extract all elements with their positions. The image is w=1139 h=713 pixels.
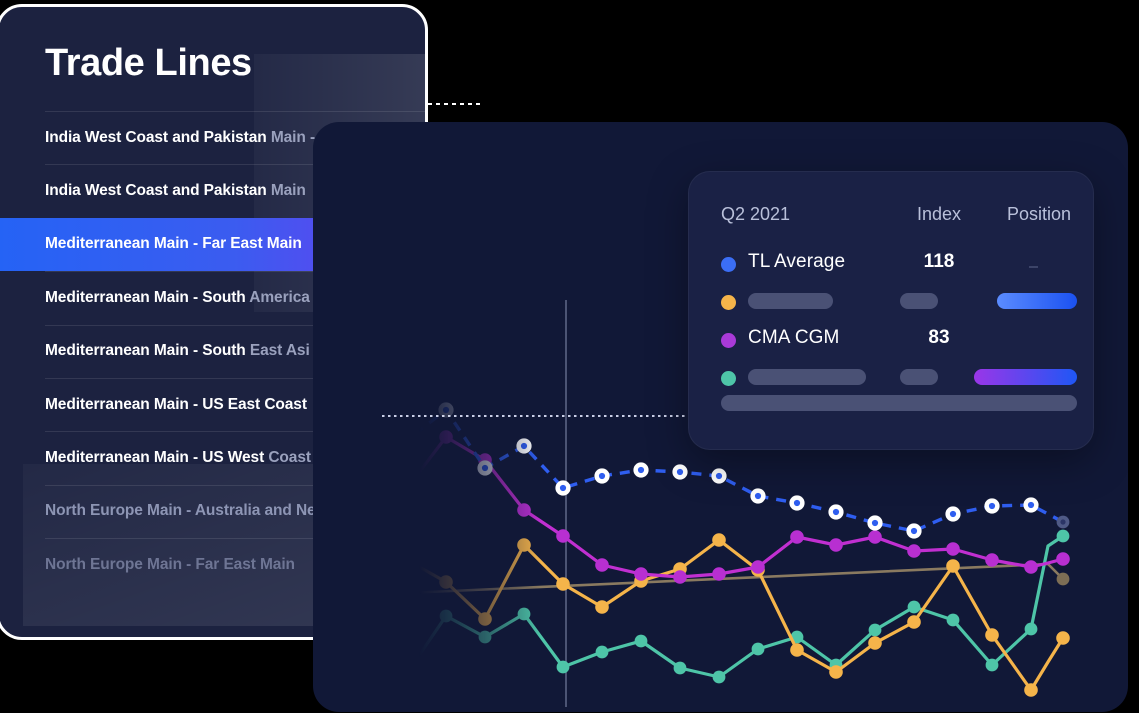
tooltip-header-row: Q2 2021 Index Position [689, 204, 1093, 228]
series-color-dot-teal [721, 371, 736, 386]
list-item-label: Mediterranean Main - Far East Main [45, 235, 302, 253]
skeleton-name-bar [748, 369, 866, 385]
chart-plot-area: Q2 2021 Index Position TL Average 118 CM… [313, 122, 1128, 712]
position-bar-purple-blue [974, 369, 1077, 385]
skeleton-index-bar [900, 293, 938, 309]
tooltip-period-label: Q2 2021 [721, 204, 791, 224]
screenshot-root: Trade Lines India West Coast and Pakista… [0, 0, 1139, 713]
position-tick-icon [1029, 266, 1038, 268]
tooltip-position-header: Position [1006, 204, 1072, 224]
dashed-connector-line [420, 103, 482, 105]
skeleton-footer-bar [721, 395, 1077, 411]
series-cma-cgm-line [328, 430, 1070, 584]
tooltip-row-tl-average: TL Average 118 [689, 248, 1093, 278]
tooltip-series-index: 83 [928, 327, 950, 348]
skeleton-index-bar [900, 369, 938, 385]
list-item-label: Mediterranean Main - South East Asi [45, 342, 310, 360]
tooltip-series-index: 118 [923, 251, 955, 272]
row-divider [45, 111, 425, 112]
list-item-label: Mediterranean Main - South America [45, 288, 310, 306]
tooltip-row-masked-teal [689, 362, 1093, 392]
list-item-label: North Europe Main - Far East Main [45, 555, 295, 573]
tooltip-row-masked-orange [689, 286, 1093, 316]
tooltip-row-cma-cgm: CMA CGM 83 [689, 324, 1093, 354]
series-color-dot-purple [721, 333, 736, 348]
chart-panel: Q2 2021 Index Position TL Average 118 CM… [313, 122, 1128, 712]
chart-tooltip-card: Q2 2021 Index Position TL Average 118 CM… [688, 171, 1094, 450]
page-title: Trade Lines [45, 42, 252, 84]
list-item-label: India West Coast and Pakistan Main - [45, 128, 316, 146]
list-item-label: North Europe Main - Australia and Ne [45, 502, 316, 520]
tooltip-index-header: Index [916, 204, 962, 224]
series-color-dot-blue [721, 257, 736, 272]
list-item-label: Mediterranean Main - US East Coast [45, 395, 307, 413]
tooltip-series-name: TL Average [748, 251, 846, 272]
skeleton-name-bar [748, 293, 833, 309]
list-item-label: India West Coast and Pakistan Main [45, 182, 306, 200]
series-color-dot-orange [721, 295, 736, 310]
list-item-label: Mediterranean Main - US West Coast [45, 449, 311, 467]
position-bar-blue [997, 293, 1077, 309]
tooltip-series-name: CMA CGM [748, 327, 840, 348]
